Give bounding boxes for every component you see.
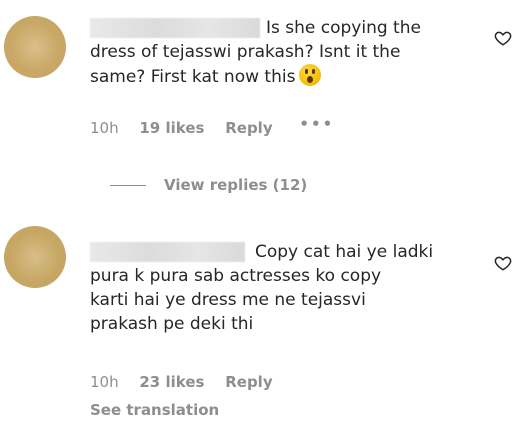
comment-line: karti hai ye dress me ne tejassvi [90, 290, 366, 310]
comment-time: 10h [90, 373, 119, 391]
comment-line: same? First kat now this [90, 67, 296, 87]
comment-line: dress of tejasswi prakash? Isnt it the [90, 42, 401, 62]
comment-text: Copy cat hai ye ladki pura k pura sab ac… [90, 240, 480, 336]
comment-time: 10h [90, 119, 119, 137]
likes-count[interactable]: 23 likes [139, 373, 204, 391]
avatar[interactable] [4, 16, 66, 78]
comment-meta: 10h 19 likes Reply ••• [90, 115, 350, 137]
heart-outline-icon[interactable] [494, 254, 512, 272]
see-translation-button[interactable]: See translation [90, 401, 219, 419]
view-replies-button[interactable]: View replies (12) [110, 176, 307, 194]
more-options-icon[interactable]: ••• [299, 115, 334, 133]
view-replies-label: View replies (12) [164, 176, 308, 194]
likes-count[interactable]: 19 likes [139, 119, 204, 137]
comment-line: prakash pe deki thi [90, 314, 254, 334]
comment-line: pura k pura sab actresses ko copy [90, 266, 382, 286]
avatar[interactable] [4, 226, 66, 288]
divider [110, 185, 146, 186]
hushed-face-emoji-icon [299, 64, 322, 86]
comment-text: Is she copying the dress of tejasswi pra… [90, 16, 480, 88]
comment-line: Copy cat hai ye ladki [255, 242, 434, 262]
redacted-username[interactable] [90, 242, 245, 262]
comment-meta: 10h 23 likes Reply [90, 373, 289, 391]
comment-line: Is she copying the [266, 18, 421, 38]
reply-button[interactable]: Reply [225, 373, 272, 391]
reply-button[interactable]: Reply [225, 119, 272, 137]
redacted-username[interactable] [90, 18, 260, 38]
heart-outline-icon[interactable] [494, 29, 512, 47]
